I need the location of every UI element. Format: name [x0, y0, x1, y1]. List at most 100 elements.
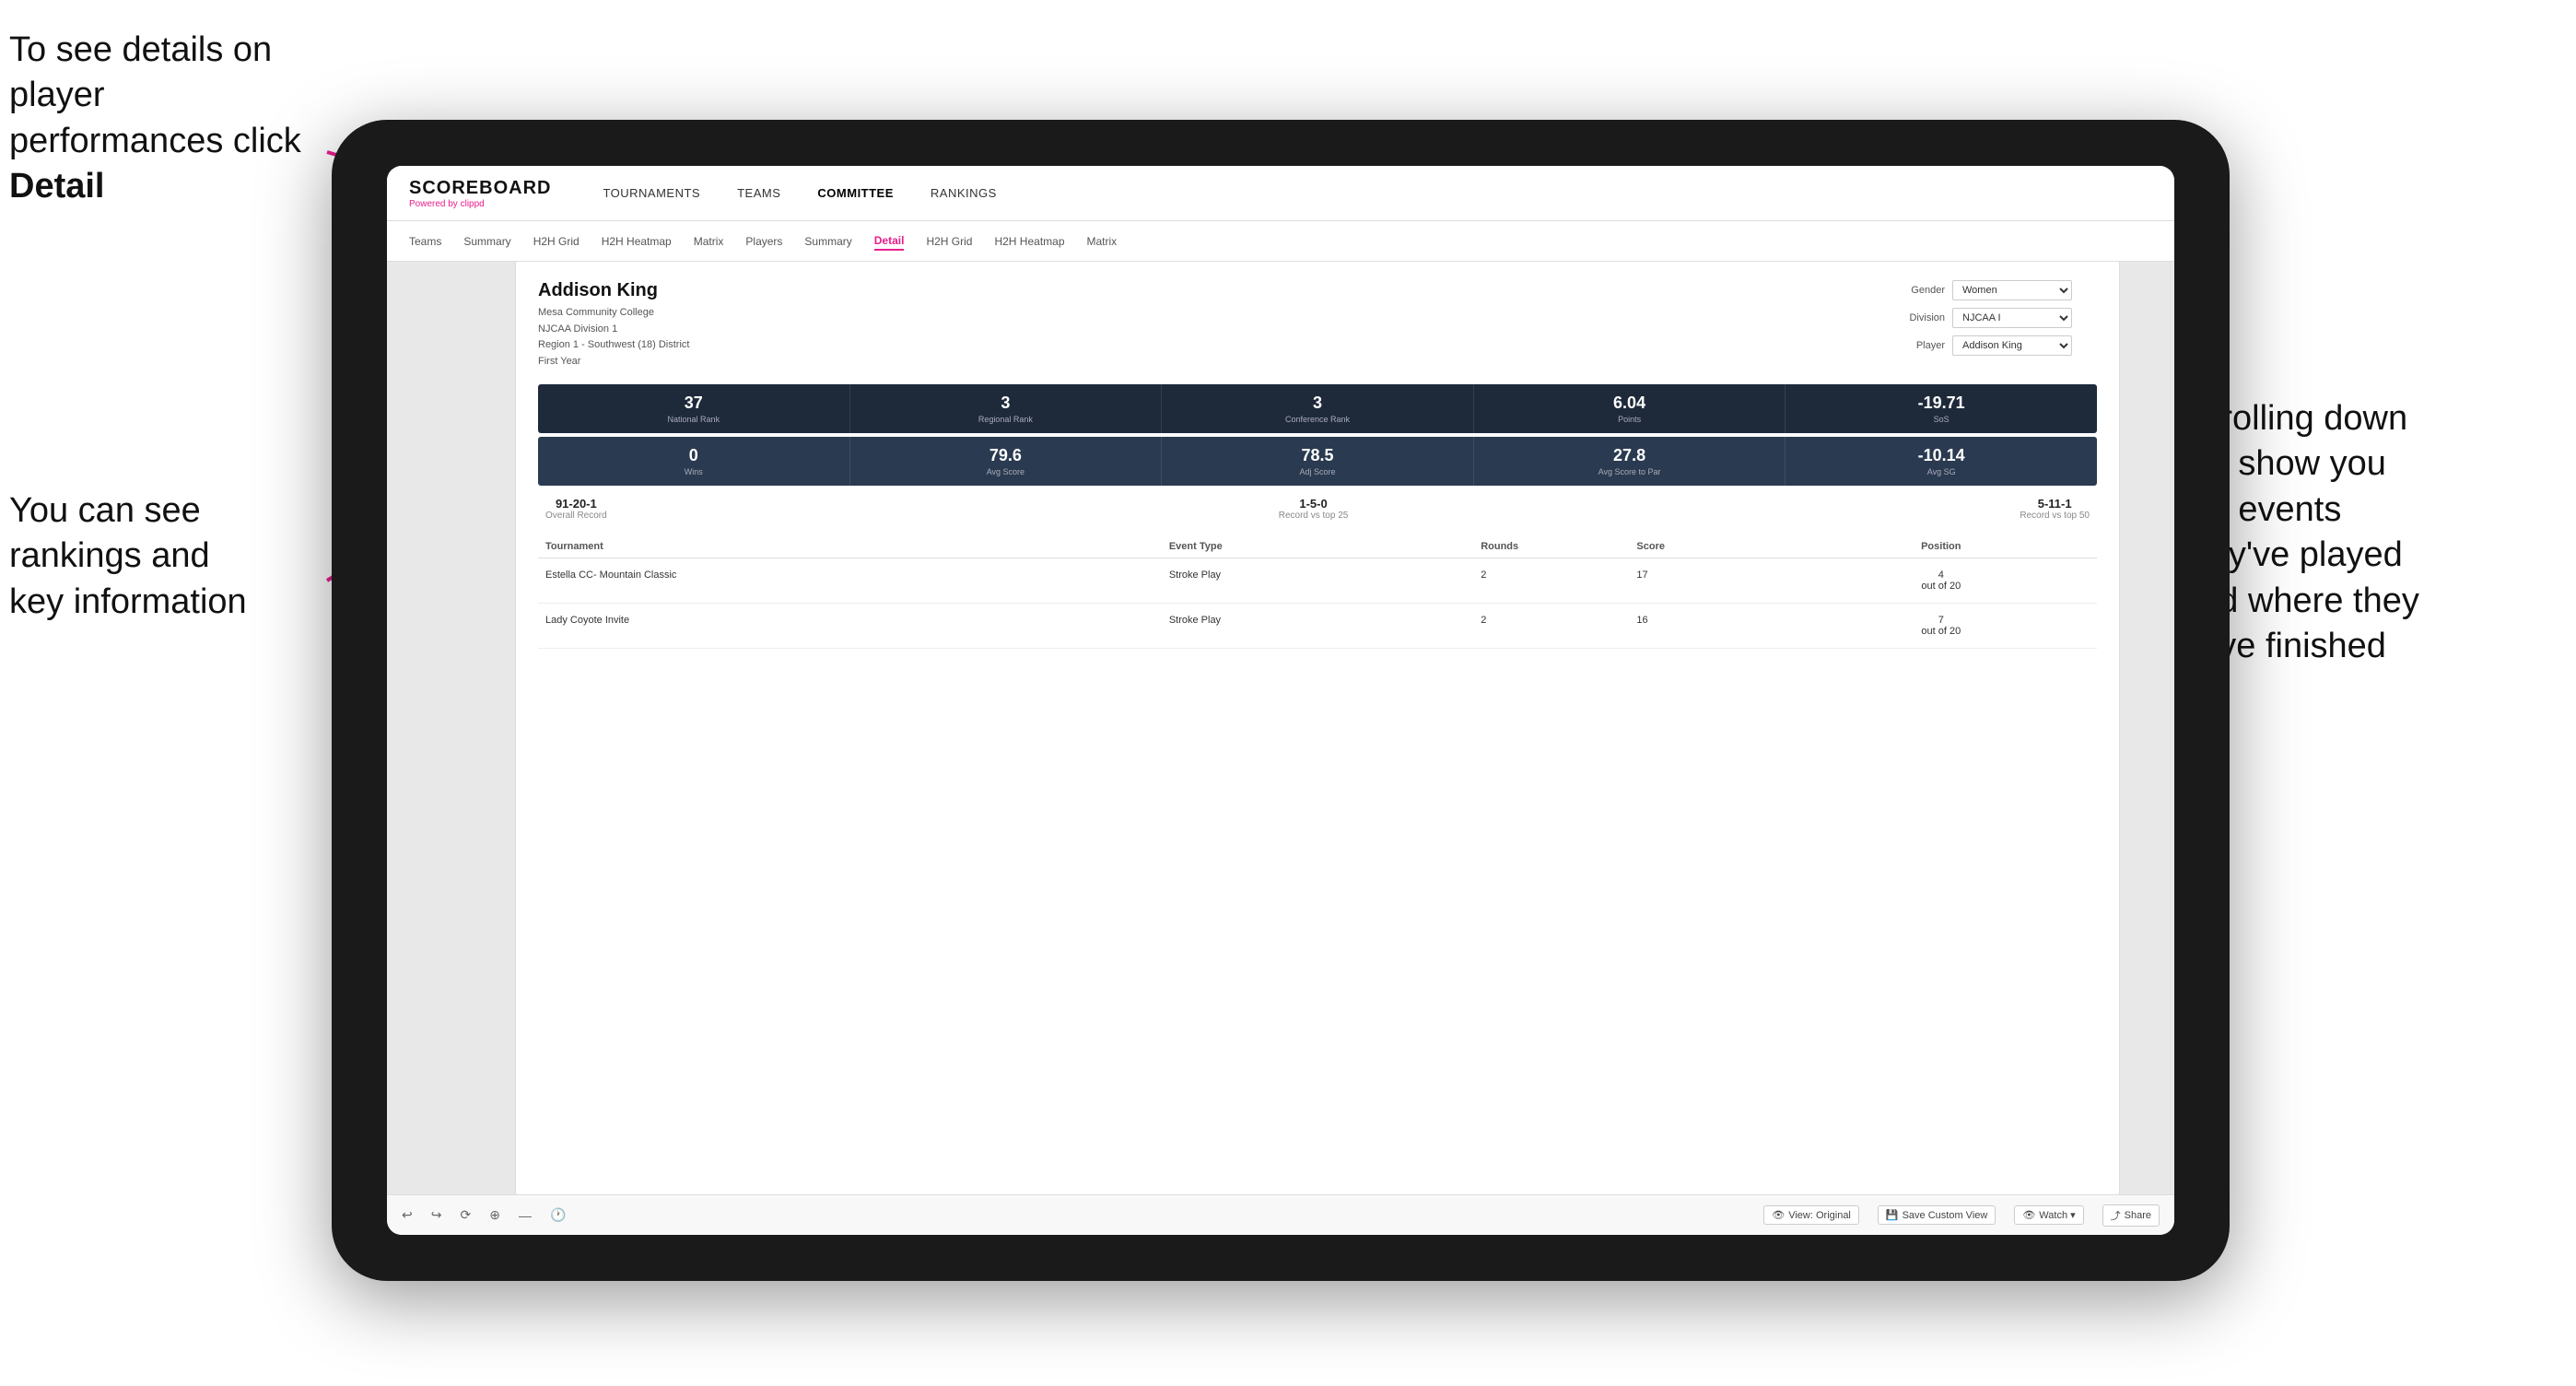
clock-icon[interactable]: 🕐 [550, 1207, 566, 1223]
watch-label: Watch ▾ [2039, 1209, 2075, 1221]
stat1-cell-3: 6.04Points [1474, 384, 1786, 433]
stat1-label-0: National Rank [545, 415, 842, 424]
division-label: Division [1894, 312, 1945, 323]
gender-select[interactable]: Women [1952, 280, 2072, 300]
rounds-1: 2 [1473, 604, 1629, 649]
th-position: Position [1786, 535, 2097, 558]
undo-icon[interactable]: ↩ [402, 1207, 413, 1223]
th-tournament: Tournament [538, 535, 1162, 558]
nav-committee[interactable]: COMMITTEE [817, 182, 894, 204]
subnav-detail[interactable]: Detail [874, 232, 905, 251]
save-custom-label: Save Custom View [1903, 1210, 1988, 1221]
stat2-label-1: Avg Score [858, 467, 1154, 476]
app-container: SCOREBOARD Powered by clippd TOURNAMENTS… [387, 166, 2174, 1235]
subnav-matrix2[interactable]: Matrix [1087, 233, 1118, 250]
share-btn[interactable]: ⤴ Share [2102, 1204, 2160, 1227]
player-selector-row: Player Addison King [1894, 335, 2097, 356]
record-item-0: 91-20-1Overall Record [545, 497, 607, 521]
th-score: Score [1629, 535, 1785, 558]
share-icon: ⤴ [2111, 1208, 2121, 1223]
stat1-cell-4: -19.71SoS [1786, 384, 2097, 433]
logo-area: SCOREBOARD Powered by clippd [409, 178, 551, 209]
tournament-table: Tournament Event Type Rounds Score Posit… [538, 535, 2097, 649]
record-label-1: Record vs top 25 [1279, 511, 1349, 521]
player-school: Mesa Community College [538, 305, 689, 322]
stat2-value-0: 0 [545, 446, 842, 465]
player-select[interactable]: Addison King [1952, 335, 2072, 356]
nav-teams[interactable]: TEAMS [737, 182, 780, 204]
gender-selector-row: Gender Women [1894, 280, 2097, 300]
detail-panel: Addison King Mesa Community College NJCA… [516, 262, 2119, 1194]
tournament-name-1: Lady Coyote Invite [538, 604, 1162, 649]
record-item-1: 1-5-0Record vs top 25 [1279, 497, 1349, 521]
rounds-0: 2 [1473, 558, 1629, 604]
watch-btn[interactable]: 👁 Watch ▾ [2014, 1205, 2083, 1225]
stat2-label-3: Avg Score to Par [1481, 467, 1778, 476]
score-0: 17 [1629, 558, 1785, 604]
nav-tournaments[interactable]: TOURNAMENTS [603, 182, 700, 204]
stat2-cell-0: 0 Wins [538, 437, 850, 486]
annotation-bl1: You can see [9, 491, 201, 530]
sub-nav: Teams Summary H2H Grid H2H Heatmap Matri… [387, 221, 2174, 262]
stat2-cell-2: 78.5Adj Score [1162, 437, 1474, 486]
division-selector-row: Division NJCAA I [1894, 308, 2097, 328]
stat1-cell-1: 3Regional Rank [850, 384, 1163, 433]
minus-icon[interactable]: — [519, 1208, 532, 1223]
player-division: NJCAA Division 1 [538, 322, 689, 338]
subnav-teams[interactable]: Teams [409, 233, 441, 250]
stat1-cell-2: 3Conference Rank [1162, 384, 1474, 433]
record-value-1: 1-5-0 [1279, 497, 1349, 511]
subnav-matrix[interactable]: Matrix [694, 233, 724, 250]
annotation-topleft-text: To see details on player performances cl… [9, 30, 301, 160]
subnav-h2hgrid2[interactable]: H2H Grid [926, 233, 972, 250]
zoom-icon[interactable]: ⊕ [489, 1207, 500, 1223]
record-value-2: 5-11-1 [2020, 497, 2090, 511]
save-custom-view-btn[interactable]: 💾 Save Custom View [1878, 1205, 1996, 1225]
save-icon: 💾 [1886, 1209, 1899, 1221]
nav-rankings[interactable]: RANKINGS [931, 182, 997, 204]
stats-row-2: 0 Wins 79.6 Avg Score 78.5Adj Score 27.8 Avg S… [538, 437, 2097, 486]
score-1: 16 [1629, 604, 1785, 649]
division-select[interactable]: NJCAA I [1952, 308, 2072, 328]
subnav-h2hheatmap[interactable]: H2H Heatmap [602, 233, 672, 250]
subnav-players[interactable]: Players [745, 233, 782, 250]
stat2-value-1: 79.6 [858, 446, 1154, 465]
player-header: Addison King Mesa Community College NJCA… [538, 280, 2097, 370]
subnav-h2hgrid[interactable]: H2H Grid [533, 233, 580, 250]
th-event-type: Event Type [1162, 535, 1473, 558]
stat2-label-0: Wins [545, 467, 842, 476]
right-sidebar [2119, 262, 2174, 1194]
tournament-name-0: Estella CC- Mountain Classic [538, 558, 1162, 604]
stat1-value-1: 3 [858, 393, 1154, 413]
share-label: Share [2125, 1210, 2151, 1221]
stat2-value-4: -10.14 [1793, 446, 2090, 465]
table-row: Lady Coyote Invite Stroke Play 2 16 7out… [538, 604, 2097, 649]
stat1-value-0: 37 [545, 393, 842, 413]
annotation-topleft: To see details on player performances cl… [9, 28, 322, 210]
refresh-icon[interactable]: ⟳ [460, 1207, 471, 1223]
view-original-btn[interactable]: 👁 View: Original [1763, 1205, 1859, 1225]
logo-sub: Powered by clippd [409, 199, 551, 209]
event-type-1: Stroke Play [1162, 604, 1473, 649]
redo-icon[interactable]: ↪ [431, 1207, 442, 1223]
stat1-value-2: 3 [1169, 393, 1466, 413]
tablet-screen: SCOREBOARD Powered by clippd TOURNAMENTS… [387, 166, 2174, 1235]
bottom-toolbar: ↩ ↪ ⟳ ⊕ — 🕐 👁 View: Original 💾 Save Cust… [387, 1194, 2174, 1235]
subnav-h2hheatmap2[interactable]: H2H Heatmap [994, 233, 1064, 250]
records-row: 91-20-1Overall Record 1-5-0Record vs top … [538, 497, 2097, 521]
logo-text: SCOREBOARD [409, 178, 551, 199]
player-year: First Year [538, 354, 689, 370]
record-item-2: 5-11-1Record vs top 50 [2020, 497, 2090, 521]
stat2-label-4: Avg SG [1793, 467, 2090, 476]
position-1: 7out of 20 [1786, 604, 2097, 649]
subnav-summary[interactable]: Summary [463, 233, 510, 250]
event-type-0: Stroke Play [1162, 558, 1473, 604]
subnav-summary2[interactable]: Summary [804, 233, 851, 250]
stat2-label-2: Adj Score [1169, 467, 1466, 476]
stat2-value-3: 27.8 [1481, 446, 1778, 465]
top-nav: SCOREBOARD Powered by clippd TOURNAMENTS… [387, 166, 2174, 221]
tablet-device: SCOREBOARD Powered by clippd TOURNAMENTS… [332, 120, 2230, 1281]
stat1-value-4: -19.71 [1793, 393, 2090, 413]
player-info: Addison King Mesa Community College NJCA… [538, 280, 689, 370]
stats-row-1: 37 National Rank 3Regional Rank3Conference… [538, 384, 2097, 433]
